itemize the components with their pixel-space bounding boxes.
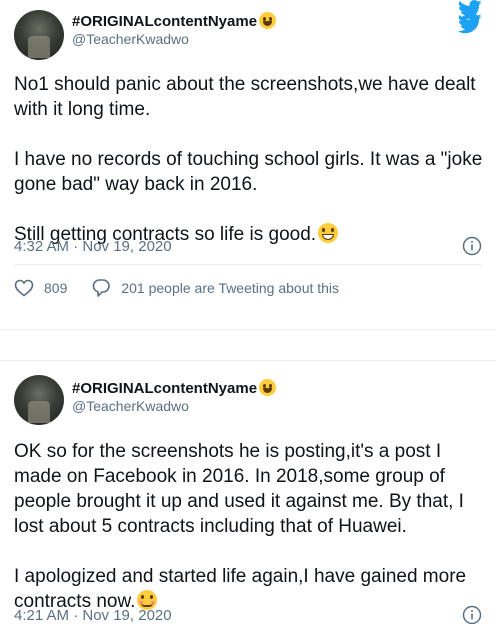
like-count: 809: [44, 280, 68, 296]
tweet-card-1[interactable]: #ORIGINALcontentNyame @TeacherKwadwo No1…: [0, 0, 496, 330]
display-name[interactable]: #ORIGINALcontentNyame: [72, 12, 277, 30]
twitter-bird-icon[interactable]: [458, 0, 482, 20]
conversation-link[interactable]: 201 people are Tweeting about this: [91, 278, 339, 298]
tweeting-count-text: 201 people are Tweeting about this: [121, 280, 340, 296]
like-button[interactable]: 809: [14, 279, 67, 297]
tweet-text: OK so for the screenshots he is posting,…: [14, 439, 484, 614]
tweet-timestamp[interactable]: 4:21 AM · Nov 19, 2020: [14, 607, 172, 624]
speech-bubble-icon: [93, 279, 111, 297]
tweet-timestamp[interactable]: 4:32 AM · Nov 19, 2020: [14, 238, 172, 255]
user-handle[interactable]: @TeacherKwadwo: [72, 31, 189, 47]
avatar[interactable]: [14, 10, 64, 60]
tweet-paragraph: No1 should panic about the screenshots,w…: [14, 74, 476, 120]
tweet-card-2[interactable]: #ORIGINALcontentNyame @TeacherKwadwo OK …: [0, 360, 496, 624]
winking-tongue-emoji-icon: [259, 379, 277, 396]
tweet-text: No1 should panic about the screenshots,w…: [14, 72, 484, 247]
divider: [14, 264, 482, 265]
tweet-paragraph: OK so for the screenshots he is posting,…: [14, 441, 464, 537]
tweet-actions: 809 201 people are Tweeting about this: [14, 276, 363, 300]
user-handle[interactable]: @TeacherKwadwo: [72, 398, 189, 414]
grinning-squinting-emoji-icon: [318, 223, 339, 243]
info-icon[interactable]: [462, 605, 482, 624]
heart-icon: [14, 279, 34, 297]
avatar[interactable]: [14, 375, 64, 425]
tweet-paragraph: I have no records of touching school gir…: [14, 149, 483, 195]
display-name[interactable]: #ORIGINALcontentNyame: [72, 379, 277, 397]
winking-tongue-emoji-icon: [259, 12, 277, 29]
info-icon[interactable]: [462, 236, 482, 256]
